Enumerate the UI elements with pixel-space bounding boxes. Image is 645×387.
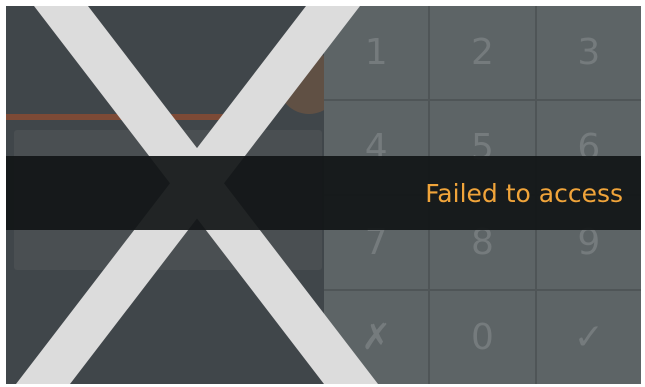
key-2[interactable]: 2 [430, 6, 535, 99]
key-1[interactable]: 1 [324, 6, 429, 99]
confirm-key[interactable]: ✓ [536, 291, 641, 384]
access-screen: 1 2 3 4 5 6 7 8 9 ✗ 0 ✓ Failed to access [6, 6, 641, 384]
key-3[interactable]: 3 [536, 6, 641, 99]
key-0[interactable]: 0 [430, 291, 535, 384]
status-banner: Failed to access [6, 156, 641, 230]
cancel-key[interactable]: ✗ [324, 291, 429, 384]
background-progress-bar [6, 114, 271, 120]
status-message: Failed to access [425, 178, 623, 208]
